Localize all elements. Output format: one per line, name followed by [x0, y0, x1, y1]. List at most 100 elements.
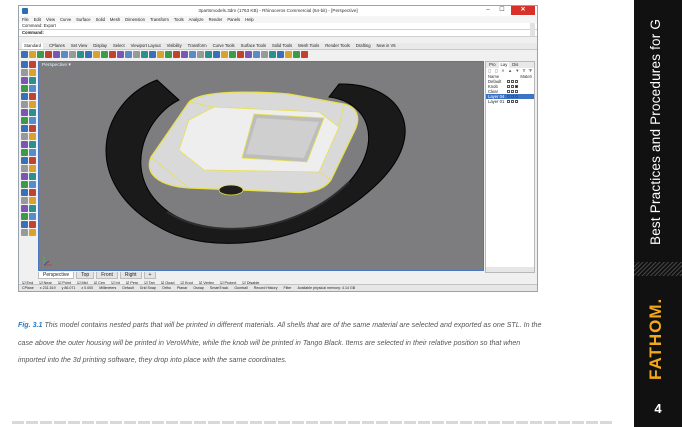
tool-button-icon[interactable]	[29, 125, 36, 132]
toolbar-tab-viewport-layout[interactable]: Viewport Layout	[131, 43, 161, 49]
toolbar-tab-select[interactable]: Select	[113, 43, 125, 49]
tool-button-icon[interactable]	[29, 101, 36, 108]
tool-button-icon[interactable]	[21, 117, 28, 124]
bulb-icon[interactable]	[507, 95, 510, 98]
toolbar-button-icon[interactable]	[101, 51, 108, 58]
toolbar-button-icon[interactable]	[149, 51, 156, 58]
tool-button-icon[interactable]	[29, 173, 36, 180]
menu-item-panels[interactable]: Panels	[227, 16, 240, 23]
viewport-tab-front[interactable]: Front	[96, 272, 118, 279]
viewport-tab-top[interactable]: Top	[76, 272, 95, 279]
layer-color-swatch[interactable]	[515, 90, 518, 93]
tool-button-icon[interactable]	[21, 229, 28, 236]
minimize-button[interactable]: –	[481, 6, 495, 15]
toolbar-tab-render-tools[interactable]: Render Tools	[325, 43, 350, 49]
toolbar-button-icon[interactable]	[77, 51, 84, 58]
tool-button-icon[interactable]	[29, 149, 36, 156]
tool-button-icon[interactable]	[29, 133, 36, 140]
tool-button-icon[interactable]	[29, 117, 36, 124]
toolbar-button-icon[interactable]	[141, 51, 148, 58]
lock-icon[interactable]	[511, 80, 514, 83]
toolbar-button-icon[interactable]	[125, 51, 132, 58]
toolbar-button-icon[interactable]	[189, 51, 196, 58]
viewport-tab-add[interactable]: +	[143, 272, 157, 279]
bulb-icon[interactable]	[507, 100, 510, 103]
tool-button-icon[interactable]	[29, 157, 36, 164]
toolbar-button-icon[interactable]	[301, 51, 308, 58]
toolbar-button-icon[interactable]	[69, 51, 76, 58]
status-item[interactable]: Gumball	[234, 285, 247, 291]
toolbar-tab-new-in-v5[interactable]: New in V5	[377, 43, 396, 49]
menu-item-analyze[interactable]: Analyze	[189, 16, 204, 23]
tool-button-icon[interactable]	[29, 69, 36, 76]
status-item[interactable]: Available physical memory: 4.14 GB	[298, 285, 356, 291]
layer-row[interactable]: Layer 01	[486, 99, 534, 104]
layer-color-swatch[interactable]	[515, 85, 518, 88]
status-item[interactable]: SmartTrack	[210, 285, 228, 291]
command-scrollbar[interactable]	[530, 23, 535, 36]
tool-button-icon[interactable]	[21, 205, 28, 212]
bulb-icon[interactable]	[507, 90, 510, 93]
status-item[interactable]: x 231.519	[40, 285, 56, 291]
status-item[interactable]: Record History	[254, 285, 278, 291]
tool-button-icon[interactable]	[21, 181, 28, 188]
tool-button-icon[interactable]	[21, 173, 28, 180]
tool-button-icon[interactable]	[21, 141, 28, 148]
menu-item-file[interactable]: File	[22, 16, 29, 23]
lock-icon[interactable]	[511, 90, 514, 93]
tool-button-icon[interactable]	[29, 85, 36, 92]
layer-color-swatch[interactable]	[515, 100, 518, 103]
toolbar-tab-cplanes[interactable]: CPlanes	[49, 43, 65, 49]
status-item[interactable]: Default	[122, 285, 133, 291]
status-item[interactable]: Grid Snap	[140, 285, 156, 291]
status-item[interactable]: y 86.071	[62, 285, 76, 291]
menu-item-dimension[interactable]: Dimension	[125, 16, 145, 23]
toolbar-tab-drafting[interactable]: Drafting	[356, 43, 371, 49]
viewport-tab-perspective[interactable]: Perspective	[38, 272, 75, 279]
tool-button-icon[interactable]	[29, 93, 36, 100]
toolbar-tab-solid-tools[interactable]: Solid Tools	[272, 43, 292, 49]
tool-button-icon[interactable]	[21, 85, 28, 92]
watch-model[interactable]	[39, 62, 484, 271]
tool-button-icon[interactable]	[29, 109, 36, 116]
menu-item-solid[interactable]: Solid	[96, 16, 105, 23]
toolbar-button-icon[interactable]	[117, 51, 124, 58]
toolbar-button-icon[interactable]	[85, 51, 92, 58]
toolbar-button-icon[interactable]	[45, 51, 52, 58]
toolbar-button-icon[interactable]	[229, 51, 236, 58]
menu-item-surface[interactable]: Surface	[76, 16, 90, 23]
menu-item-help[interactable]: Help	[245, 16, 254, 23]
maximize-button[interactable]: ☐	[495, 6, 509, 15]
tool-button-icon[interactable]	[21, 149, 28, 156]
toolbar-button-icon[interactable]	[61, 51, 68, 58]
lock-icon[interactable]	[511, 95, 514, 98]
lock-icon[interactable]	[511, 85, 514, 88]
menu-item-transform[interactable]: Transform	[150, 16, 169, 23]
toolbar-button-icon[interactable]	[269, 51, 276, 58]
tool-button-icon[interactable]	[29, 205, 36, 212]
toolbar-tab-surface-tools[interactable]: Surface Tools	[241, 43, 266, 49]
tool-button-icon[interactable]	[29, 61, 36, 68]
tool-button-icon[interactable]	[21, 221, 28, 228]
bulb-icon[interactable]	[507, 85, 510, 88]
menu-item-tools[interactable]: Tools	[174, 16, 184, 23]
toolbar-button-icon[interactable]	[237, 51, 244, 58]
toolbar-button-icon[interactable]	[213, 51, 220, 58]
status-item[interactable]: CPlane	[22, 285, 34, 291]
toolbar-button-icon[interactable]	[37, 51, 44, 58]
toolbar-button-icon[interactable]	[277, 51, 284, 58]
toolbar-button-icon[interactable]	[293, 51, 300, 58]
toolbar-button-icon[interactable]	[53, 51, 60, 58]
toolbar-tab-visibility[interactable]: Visibility	[167, 43, 182, 49]
toolbar-button-icon[interactable]	[261, 51, 268, 58]
toolbar-button-icon[interactable]	[29, 51, 36, 58]
status-item[interactable]: Millimeters	[99, 285, 116, 291]
toolbar-button-icon[interactable]	[221, 51, 228, 58]
viewport-tab-right[interactable]: Right	[119, 272, 142, 279]
tool-button-icon[interactable]	[29, 213, 36, 220]
toolbar-tab-curve-tools[interactable]: Curve Tools	[213, 43, 235, 49]
tool-button-icon[interactable]	[21, 125, 28, 132]
watch-housing[interactable]	[148, 91, 359, 194]
tool-button-icon[interactable]	[29, 221, 36, 228]
tool-button-icon[interactable]	[29, 197, 36, 204]
